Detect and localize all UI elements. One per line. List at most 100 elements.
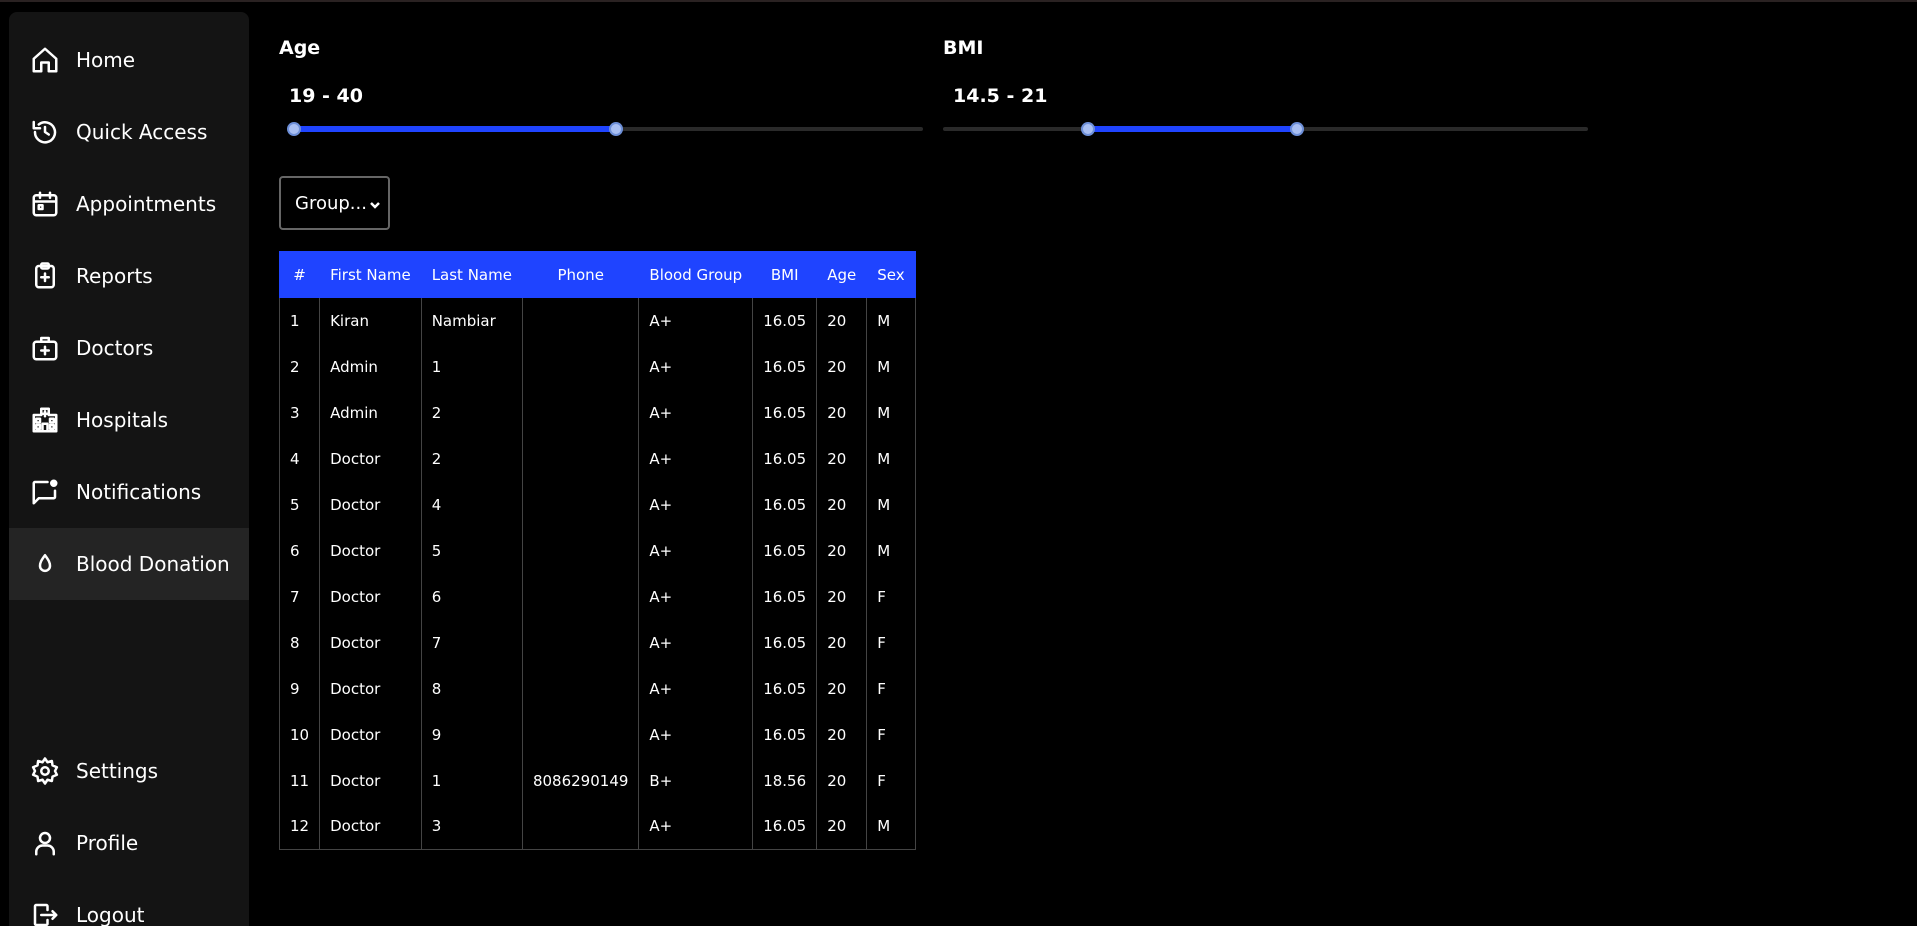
bmi-slider-min-thumb[interactable]	[1081, 122, 1095, 136]
gear-icon	[30, 756, 60, 786]
table-row[interactable]: 9 Doctor 8 A+ 16.05 20 F	[278, 665, 916, 712]
column-header-age[interactable]: Age	[816, 251, 868, 298]
sidebar-item-home[interactable]: Home	[9, 24, 249, 96]
cell-number: 10	[278, 711, 321, 758]
cell-blood-group: A+	[638, 803, 754, 850]
column-header-first-name[interactable]: First Name	[319, 251, 422, 298]
cell-number: 12	[278, 803, 321, 850]
table-row[interactable]: 3 Admin 2 A+ 16.05 20 M	[278, 389, 916, 436]
column-header-last-name[interactable]: Last Name	[420, 251, 523, 298]
table-row[interactable]: 7 Doctor 6 A+ 16.05 20 F	[278, 573, 916, 620]
cell-last-name: 1	[420, 343, 523, 390]
cell-blood-group: A+	[638, 435, 754, 482]
cell-age: 20	[816, 573, 868, 620]
cell-age: 20	[816, 435, 868, 482]
clipboard-plus-icon	[30, 261, 60, 291]
chevron-down-icon	[368, 196, 382, 210]
cell-age: 20	[816, 619, 868, 666]
age-slider-max-thumb[interactable]	[609, 122, 623, 136]
medical-bag-icon	[30, 333, 60, 363]
sidebar-item-hospitals[interactable]: Hospitals	[9, 384, 249, 456]
calendar-icon	[30, 189, 60, 219]
droplet-icon	[30, 549, 60, 579]
sidebar-item-profile[interactable]: Profile	[9, 807, 249, 879]
cell-age: 20	[816, 527, 868, 574]
cell-sex: M	[866, 435, 916, 482]
cell-bmi: 16.05	[752, 665, 818, 712]
age-slider-min-thumb[interactable]	[287, 122, 301, 136]
sidebar-item-appointments[interactable]: Appointments	[9, 168, 249, 240]
cell-sex: M	[866, 389, 916, 436]
table-header-row: # First Name Last Name Phone Blood Group…	[278, 251, 916, 298]
cell-last-name: 5	[420, 527, 523, 574]
home-icon	[30, 45, 60, 75]
cell-sex: M	[866, 803, 916, 850]
age-filter: Age 19 - 40	[279, 37, 923, 137]
cell-sex: F	[866, 711, 916, 758]
cell-last-name: 7	[420, 619, 523, 666]
cell-sex: F	[866, 573, 916, 620]
cell-age: 20	[816, 481, 868, 528]
sidebar-item-label: Notifications	[76, 480, 202, 504]
column-header-number[interactable]: #	[278, 251, 321, 298]
cell-first-name: Doctor	[319, 573, 422, 620]
sidebar-item-label: Doctors	[76, 336, 154, 360]
sidebar-item-quick-access[interactable]: Quick Access	[9, 96, 249, 168]
cell-first-name: Kiran	[319, 297, 422, 344]
table-row[interactable]: 2 Admin 1 A+ 16.05 20 M	[278, 343, 916, 390]
sidebar: Home Quick Access Appointments Reports D…	[9, 12, 249, 926]
cell-last-name: 8	[420, 665, 523, 712]
sidebar-item-blood-donation[interactable]: Blood Donation	[9, 528, 249, 600]
sidebar-item-settings[interactable]: Settings	[9, 735, 249, 807]
cell-last-name: Nambiar	[420, 297, 523, 344]
cell-bmi: 16.05	[752, 343, 818, 390]
cell-last-name: 6	[420, 573, 523, 620]
column-header-phone[interactable]: Phone	[521, 251, 640, 298]
cell-first-name: Doctor	[319, 481, 422, 528]
cell-sex: M	[866, 343, 916, 390]
cell-phone	[521, 527, 640, 574]
table-row[interactable]: 1 Kiran Nambiar A+ 16.05 20 M	[278, 297, 916, 344]
cell-first-name: Doctor	[319, 665, 422, 712]
cell-phone	[521, 665, 640, 712]
column-header-sex[interactable]: Sex	[866, 251, 916, 298]
bmi-slider-max-thumb[interactable]	[1290, 122, 1304, 136]
hospital-icon	[30, 405, 60, 435]
sidebar-item-doctors[interactable]: Doctors	[9, 312, 249, 384]
cell-phone	[521, 435, 640, 482]
cell-first-name: Doctor	[319, 757, 422, 804]
cell-age: 20	[816, 343, 868, 390]
sidebar-item-reports[interactable]: Reports	[9, 240, 249, 312]
cell-number: 2	[278, 343, 321, 390]
table-row[interactable]: 5 Doctor 4 A+ 16.05 20 M	[278, 481, 916, 528]
blood-group-select[interactable]: Group...	[279, 176, 390, 230]
cell-blood-group: A+	[638, 711, 754, 758]
table-row[interactable]: 4 Doctor 2 A+ 16.05 20 M	[278, 435, 916, 482]
sidebar-item-notifications[interactable]: Notifications	[9, 456, 249, 528]
sidebar-item-logout[interactable]: Logout	[9, 879, 249, 926]
cell-phone: 8086290149	[521, 757, 640, 804]
column-header-blood-group[interactable]: Blood Group	[638, 251, 754, 298]
table-row[interactable]: 6 Doctor 5 A+ 16.05 20 M	[278, 527, 916, 574]
age-filter-title: Age	[279, 37, 321, 59]
sidebar-item-label: Hospitals	[76, 408, 169, 432]
cell-blood-group: A+	[638, 665, 754, 712]
cell-blood-group: A+	[638, 527, 754, 574]
cell-number: 5	[278, 481, 321, 528]
table-row[interactable]: 8 Doctor 7 A+ 16.05 20 F	[278, 619, 916, 666]
user-icon	[30, 828, 60, 858]
cell-number: 8	[278, 619, 321, 666]
cell-last-name: 3	[420, 803, 523, 850]
column-header-bmi[interactable]: BMI	[752, 251, 818, 298]
bmi-slider-track	[1087, 126, 1297, 132]
table-row[interactable]: 12 Doctor 3 A+ 16.05 20 M	[278, 803, 916, 850]
table-row[interactable]: 11 Doctor 1 8086290149 B+ 18.56 20 F	[278, 757, 916, 804]
donor-table-body: 1 Kiran Nambiar A+ 16.05 20 M 2 Admin 1 A+ 16.05 20 M…	[278, 297, 916, 850]
cell-age: 20	[816, 297, 868, 344]
cell-bmi: 18.56	[752, 757, 818, 804]
sidebar-item-label: Quick Access	[76, 120, 208, 144]
cell-bmi: 16.05	[752, 389, 818, 436]
cell-blood-group: A+	[638, 297, 754, 344]
table-row[interactable]: 10 Doctor 9 A+ 16.05 20 F	[278, 711, 916, 758]
cell-age: 20	[816, 665, 868, 712]
